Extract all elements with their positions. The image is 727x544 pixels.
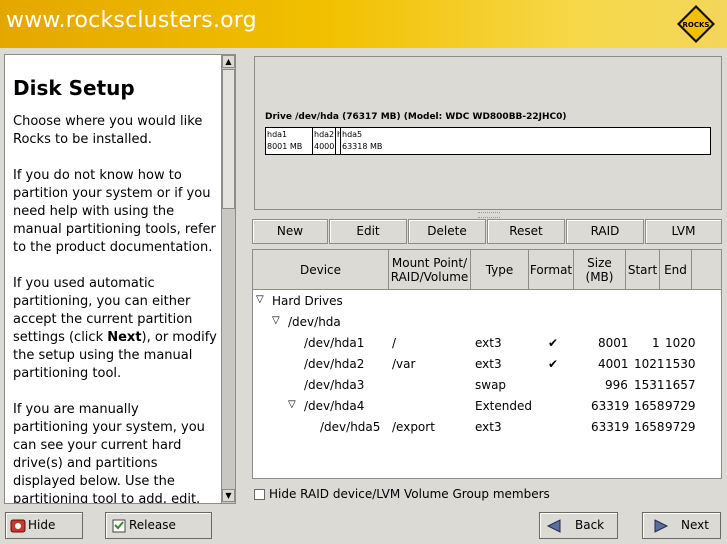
delete-button[interactable]: Delete	[408, 219, 486, 244]
table-row[interactable]: ▽ /dev/hda4 Extended 63319 1658 9729	[253, 396, 721, 417]
help-title: Disk Setup	[13, 76, 135, 100]
column-end[interactable]: End	[660, 250, 692, 289]
partition-table: Device Mount Point/ RAID/Volume Type For…	[252, 249, 722, 479]
site-url: www.rocksclusters.org	[6, 8, 257, 33]
help-paragraph: If you are manually partitioning your sy…	[13, 402, 205, 504]
help-panel: Disk Setup Choose where you would like R…	[4, 54, 236, 504]
partition-toolbar: New Edit Delete Reset RAID LVM	[252, 219, 722, 244]
table-header: Device Mount Point/ RAID/Volume Type For…	[253, 250, 721, 290]
edit-button[interactable]: Edit	[329, 219, 407, 244]
next-button[interactable]: Next	[642, 512, 721, 539]
expander-open-icon[interactable]: ▽	[288, 399, 296, 410]
help-paragraph: Choose where you would like Rocks to be …	[13, 114, 203, 147]
scrollbar-thumb[interactable]	[222, 69, 235, 209]
lvm-button[interactable]: LVM	[645, 219, 722, 244]
scroll-down-arrow-icon[interactable]: ▼	[222, 489, 235, 502]
release-notes-icon	[112, 519, 126, 533]
partition-segment-hda5[interactable]: hda5 63318 MB	[341, 128, 710, 154]
back-button[interactable]: Back	[539, 512, 618, 539]
release-notes-button[interactable]: Release Notes	[105, 512, 212, 544]
new-button[interactable]: New	[252, 219, 328, 244]
raid-button[interactable]: RAID	[566, 219, 644, 244]
drive-graphic-area: Drive /dev/hda (76317 MB) (Model: WDC WD…	[254, 56, 722, 210]
rocks-logo: ROCKS	[677, 5, 715, 43]
column-size[interactable]: Size (MB)	[574, 250, 626, 289]
next-arrow-icon	[654, 519, 669, 533]
scroll-up-arrow-icon[interactable]: ▲	[222, 55, 235, 68]
hide-help-button[interactable]: Hide Help	[5, 512, 83, 544]
format-check-icon: ✔	[548, 357, 559, 371]
column-start[interactable]: Start	[626, 250, 660, 289]
table-row[interactable]: /dev/hda3 swap 996 1531 1657	[253, 375, 721, 396]
logo-text: ROCKS	[683, 21, 710, 29]
partition-segment-hda1[interactable]: hda1 8001 MB	[266, 128, 313, 154]
help-icon	[10, 519, 26, 533]
column-device[interactable]: Device	[253, 250, 389, 289]
tree-row-hard-drives[interactable]: ▽ Hard Drives	[253, 291, 721, 312]
help-scrollbar[interactable]: ▲ ▼	[221, 54, 236, 504]
column-mount-point[interactable]: Mount Point/ RAID/Volume	[389, 250, 471, 289]
column-filler	[692, 250, 721, 289]
help-paragraph: If you do not know how to partition your…	[13, 168, 216, 255]
help-paragraph: If you used automatic partitioning, you …	[13, 276, 217, 381]
drive-partition-bar: hda18001 MB hda24000 h hda563318 MB	[265, 127, 711, 155]
expander-open-icon[interactable]: ▽	[272, 315, 280, 326]
hide-raid-checkbox[interactable]	[254, 489, 265, 500]
hide-raid-label[interactable]: Hide RAID device/LVM Volume Group member…	[269, 487, 550, 501]
table-row[interactable]: /dev/hda2 /var ext3 ✔ 4001 1021 1530	[253, 354, 721, 375]
table-row[interactable]: /dev/hda5 /export ext3 63319 1658 9729	[253, 417, 721, 438]
table-row[interactable]: /dev/hda1 / ext3 ✔ 8001 1 1020	[253, 333, 721, 354]
tree-row-disk[interactable]: ▽ /dev/hda	[253, 312, 721, 333]
expander-open-icon[interactable]: ▽	[256, 294, 264, 305]
column-type[interactable]: Type	[471, 250, 529, 289]
column-format[interactable]: Format	[529, 250, 574, 289]
drive-title: Drive /dev/hda (76317 MB) (Model: WDC WD…	[265, 112, 567, 122]
reset-button[interactable]: Reset	[487, 219, 565, 244]
back-arrow-icon	[546, 519, 561, 533]
partition-segment-hda2[interactable]: hda2 4000	[313, 128, 336, 154]
pane-resize-grip[interactable]	[478, 212, 500, 218]
format-check-icon: ✔	[548, 336, 559, 350]
header-banner: www.rocksclusters.org ROCKS	[0, 0, 727, 48]
